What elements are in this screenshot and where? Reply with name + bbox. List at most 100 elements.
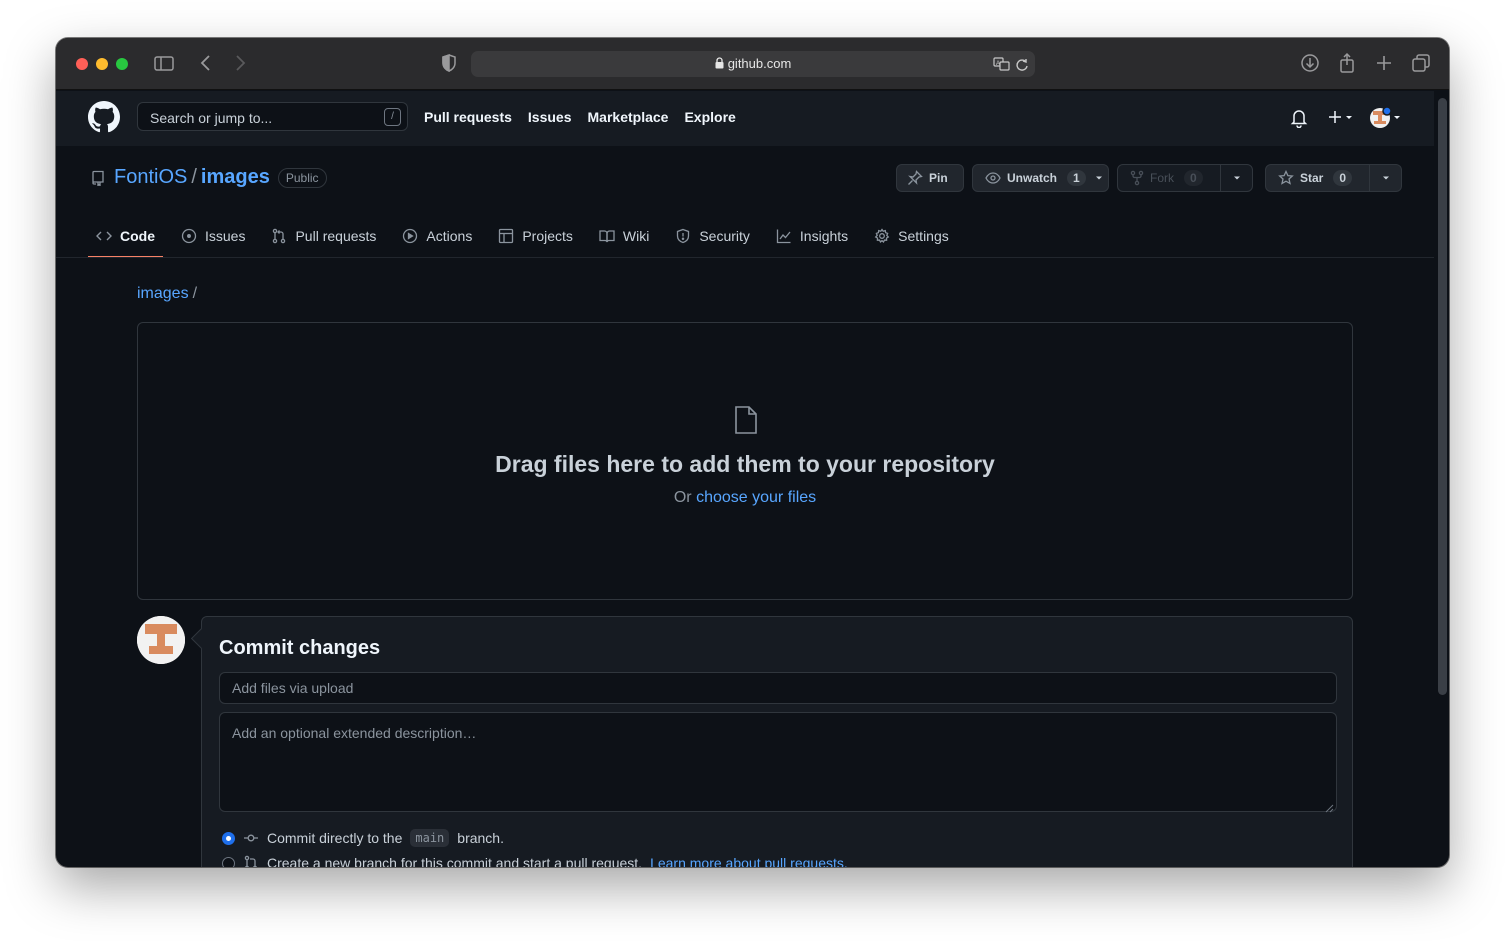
pin-label: Pin [929,171,948,185]
chevron-down-icon[interactable] [1369,165,1401,191]
nav-explore[interactable]: Explore [684,109,735,125]
repo-separator: / [191,166,197,188]
play-icon [402,228,418,244]
file-icon [734,405,758,440]
commit-new-branch-radio[interactable] [222,856,235,867]
learn-more-link[interactable]: Learn more about pull requests. [650,855,848,867]
book-icon [599,228,615,244]
textarea-resize-handle[interactable] [1325,800,1334,818]
notifications-bell-icon[interactable] [1290,108,1308,133]
forward-icon[interactable] [230,52,250,79]
tab-label: Projects [522,228,573,244]
fork-icon [1130,170,1144,186]
tab-label: Actions [426,228,473,244]
commit-description-textarea[interactable]: Add an optional extended description… [219,712,1337,812]
share-icon[interactable] [1336,52,1358,79]
pin-button[interactable]: Pin [896,164,964,192]
nav-pull-requests[interactable]: Pull requests [424,109,512,125]
search-input[interactable]: Search or jump to... / [137,102,408,131]
tab-label: Pull requests [295,228,377,244]
fork-button[interactable]: Fork 0 [1117,164,1253,192]
branch-name: main [410,829,450,847]
user-avatar-menu[interactable] [1369,106,1405,135]
close-window-button[interactable] [76,58,88,70]
pull-request-icon [243,855,259,867]
tab-wiki[interactable]: Wiki [591,214,657,258]
zoom-window-button[interactable] [116,58,128,70]
file-dropzone[interactable]: Drag files here to add them to your repo… [137,322,1353,600]
chevron-down-icon[interactable] [1220,165,1252,191]
sidebar-toggle-icon[interactable] [153,52,175,79]
code-icon [96,228,112,244]
address-bar[interactable]: github.com A [471,51,1035,77]
tab-issues[interactable]: Issues [173,214,253,258]
issue-icon [181,228,197,244]
tab-overview-icon[interactable] [1410,52,1432,79]
back-icon[interactable] [196,52,216,79]
nav-marketplace[interactable]: Marketplace [588,109,669,125]
repo-owner-link[interactable]: FontiOS [114,166,187,189]
new-tab-icon[interactable] [1373,52,1395,79]
tabs-divider [56,257,1434,258]
breadcrumb-separator: / [192,285,198,302]
stars-count: 0 [1333,170,1353,186]
pull-request-icon [271,228,287,244]
tab-label: Settings [898,228,949,244]
tab-code[interactable]: Code [88,214,163,258]
tab-pull-requests[interactable]: Pull requests [263,214,384,258]
dropzone-title: Drag files here to add them to your repo… [495,451,995,477]
tab-projects[interactable]: Projects [490,214,581,258]
commit-direct-prefix: Commit directly to the [267,830,403,846]
create-new-plus-icon[interactable] [1327,108,1355,133]
dropzone-subtitle: Or choose your files [138,489,1352,507]
repo-name-link[interactable]: images [201,166,270,189]
shield-icon [675,228,691,244]
url-text: github.com [727,56,792,71]
watchers-count: 1 [1067,170,1086,186]
tab-security[interactable]: Security [667,214,758,258]
tab-label: Security [699,228,750,244]
github-logo-icon[interactable] [88,101,120,138]
eye-icon [985,170,1001,186]
repo-title: FontiOS / images Public [90,166,327,189]
unwatch-label: Unwatch [1007,171,1058,185]
reload-icon[interactable] [1015,56,1029,77]
tab-label: Code [120,228,155,244]
lock-icon [715,57,724,72]
commit-new-branch-option[interactable]: Create a new branch for this commit and … [222,855,848,867]
page-scrollbar[interactable] [1438,98,1447,695]
commit-summary-input[interactable]: Add files via upload [219,672,1337,704]
tab-actions[interactable]: Actions [394,214,480,258]
repo-icon [90,170,106,186]
commit-direct-suffix: branch. [457,830,504,846]
translate-icon[interactable]: A [993,56,1011,77]
github-header: Search or jump to... / Pull requests Iss… [56,91,1434,146]
breadcrumb: images / [137,285,197,303]
star-label: Star [1300,171,1324,185]
choose-files-link[interactable]: choose your files [696,489,816,506]
repo-tabs: Code Issues Pull requests Actions Projec… [88,214,967,258]
star-button[interactable]: Star 0 [1265,164,1402,192]
tab-insights[interactable]: Insights [768,214,856,258]
breadcrumb-repo-link[interactable]: images [137,285,189,302]
commit-title: Commit changes [219,637,381,659]
nav-issues[interactable]: Issues [528,109,572,125]
tab-label: Wiki [622,228,650,244]
privacy-shield-icon[interactable] [439,52,459,79]
gear-icon [874,228,890,244]
avatar [137,616,185,664]
minimize-window-button[interactable] [96,58,108,70]
downloads-icon[interactable] [1299,52,1321,79]
tab-label: Insights [799,228,849,244]
unwatch-button[interactable]: Unwatch 1 [972,164,1109,192]
commit-form: Commit changes Add files via upload Add … [201,616,1353,867]
commit-direct-radio[interactable] [222,831,235,845]
search-shortcut-hint: / [384,108,401,126]
commit-direct-option[interactable]: Commit directly to the main branch. [222,829,504,847]
forks-count: 0 [1184,170,1203,186]
browser-window: github.com A Search or jump to... / Pull… [56,38,1449,867]
tab-settings[interactable]: Settings [866,214,957,258]
browser-toolbar: github.com A [56,38,1449,90]
pin-icon [907,170,923,186]
commit-new-branch-text: Create a new branch for this commit and … [267,855,643,867]
